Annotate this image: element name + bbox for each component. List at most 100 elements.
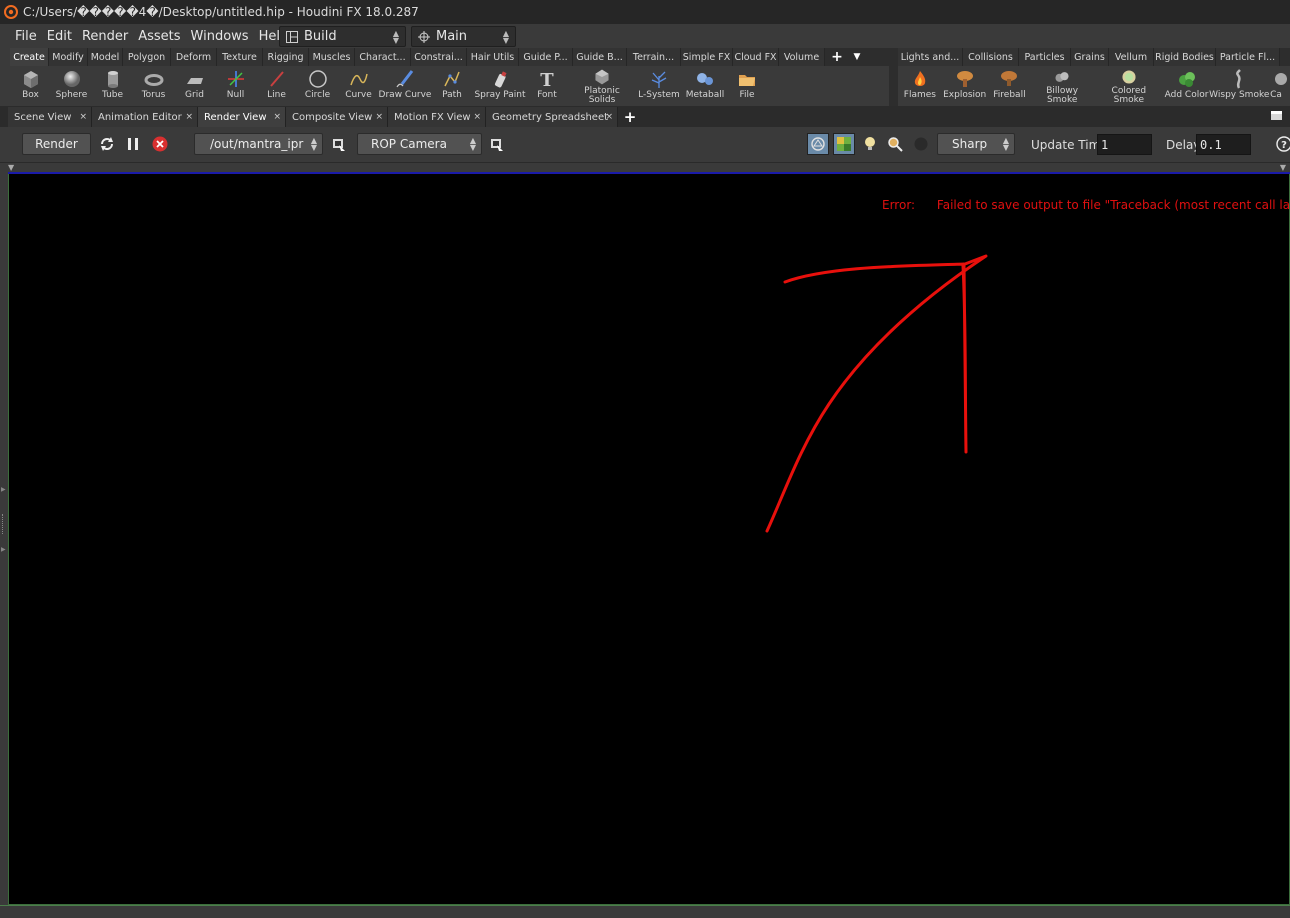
tool-sphere[interactable]: Sphere [51,66,92,106]
shelf-tab-hair-utils[interactable]: Hair Utils [467,48,519,66]
tool-path[interactable]: Path [431,66,473,106]
flames-icon [914,71,926,86]
menu-file[interactable]: File [10,29,42,44]
tool-l-system[interactable]: L-System [637,66,681,106]
shelf-tab-guide-process[interactable]: Guide P... [519,48,573,66]
menu-windows[interactable]: Windows [186,29,254,44]
render-button[interactable]: Render [22,133,91,155]
camera-select[interactable]: ROP Camera ▲ ▼ [357,133,482,155]
shelf-tab-deform[interactable]: Deform [171,48,217,66]
null-icon [227,71,244,87]
tool-grid[interactable]: Grid [174,66,215,106]
close-icon[interactable]: × [185,112,193,122]
light-bulb-icon[interactable] [862,135,878,153]
render-viewport[interactable]: Error: Failed to save output to file "Tr… [8,174,1290,905]
tool-colored-smoke[interactable]: Colored Smoke [1093,66,1165,106]
tool-null[interactable]: Null [215,66,256,106]
shelf-tab-cloud-fx[interactable]: Cloud FX [733,48,779,66]
rop-path-select[interactable]: /out/mantra_ipr ▲ ▼ [194,133,323,155]
shelf-tab-guide-brushes[interactable]: Guide B... [573,48,627,66]
shelf-tab-lights[interactable]: Lights and... [898,48,963,66]
tool-flames[interactable]: Flames [898,66,942,106]
desktop-select[interactable]: Build ▲ ▼ [279,26,406,47]
shelf-tab-constraints[interactable]: Constrai... [411,48,467,66]
shelf-tab-model[interactable]: Model [88,48,123,66]
add-shelf-icon[interactable]: + [825,48,849,66]
tool-file[interactable]: File [729,66,765,106]
render-toolbar: Render /out/mantra_ipr ▲ ▼ ROP Camera ▲ ▼ … [0,127,1290,163]
jump-to-node-icon[interactable] [331,136,347,154]
collapse-arrow-icon[interactable]: ▼ [8,163,14,172]
jump-to-camera-icon[interactable] [489,136,505,154]
tool-wispy-smoke[interactable]: Wispy Smoke [1208,66,1270,106]
target-icon [418,30,430,43]
menu-render[interactable]: Render [77,29,133,44]
main-select[interactable]: Main ▲ ▼ [411,26,516,47]
menu-edit[interactable]: Edit [42,29,77,44]
tool-cut-off[interactable]: Ca [1270,66,1290,106]
shelf-menu-arrow-icon[interactable]: ▼ [849,48,865,66]
tool-fireball[interactable]: Fireball [988,66,1032,106]
maximize-pane-icon[interactable] [1271,111,1282,120]
shelf-tab-particle-fluids[interactable]: Particle Fl... [1216,48,1280,66]
close-icon[interactable]: × [273,112,281,122]
tool-torus[interactable]: Torus [133,66,174,106]
shelf-tab-rigging[interactable]: Rigging [263,48,309,66]
shelf-tab-muscles[interactable]: Muscles [309,48,355,66]
tool-curve[interactable]: Curve [338,66,379,106]
shelf-tab-terrain[interactable]: Terrain... [627,48,681,66]
shelf-tab-simple-fx[interactable]: Simple FX [681,48,733,66]
shelf-tab-modify[interactable]: Modify [49,48,88,66]
tool-add-color[interactable]: Add Color [1165,66,1208,106]
shelf-tab-rigid-bodies[interactable]: Rigid Bodies [1154,48,1216,66]
refresh-icon[interactable] [98,135,116,153]
tool-box[interactable]: Box [10,66,51,106]
preview-mode-select[interactable]: Sharp ▲ ▼ [937,133,1015,155]
close-icon[interactable]: × [375,112,383,122]
preview-icon[interactable] [807,133,829,155]
shelf-tab-texture[interactable]: Texture [217,48,263,66]
menu-assets[interactable]: Assets [133,29,185,44]
shelf-tabs: Create Modify Model Polygon Deform Textu… [10,48,889,66]
shelf-divider[interactable] [889,48,898,106]
collapse-arrow-icon[interactable]: ▼ [1280,163,1286,172]
pause-icon[interactable] [125,135,141,153]
shelf-tab-vellum[interactable]: Vellum [1109,48,1154,66]
update-time-field[interactable]: 1 [1097,134,1152,155]
left-pane-handle[interactable]: ▶ ▶ [0,176,8,905]
tool-platonic-solids[interactable]: Platonic Solids [567,66,637,106]
add-pane-tab-icon[interactable]: + [618,107,642,127]
tool-explosion[interactable]: Explosion [942,66,988,106]
shelf-tab-character[interactable]: Charact... [355,48,411,66]
tool-draw-curve[interactable]: Draw Curve [379,66,431,106]
shelf-tab-polygon[interactable]: Polygon [123,48,171,66]
pane-tab-render-view[interactable]: Render View × [198,107,286,127]
close-icon[interactable]: × [79,112,87,122]
pane-tab-composite-view[interactable]: Composite View × [286,107,388,127]
magnifier-icon[interactable] [886,135,904,153]
help-icon[interactable]: ? [1276,135,1290,153]
close-icon[interactable]: × [605,112,613,122]
tool-billowy-smoke[interactable]: Billowy Smoke [1031,66,1093,106]
tool-spray-paint[interactable]: Spray Paint [473,66,527,106]
close-icon[interactable]: × [473,112,481,122]
shelf-tab-create[interactable]: Create [10,48,49,66]
shelf-tab-volume[interactable]: Volume [779,48,825,66]
tool-tube[interactable]: Tube [92,66,133,106]
shelf-tab-collisions[interactable]: Collisions [963,48,1019,66]
render-region-icon[interactable] [833,133,855,155]
pane-tab-scene-view[interactable]: Scene View × [8,107,92,127]
tool-metaball[interactable]: Metaball [681,66,729,106]
tool-font[interactable]: T Font [527,66,567,106]
tool-line[interactable]: Line [256,66,297,106]
pane-tab-motion-fx-view[interactable]: Motion FX View × [388,107,486,127]
delay-field[interactable]: 0.1 [1196,134,1251,155]
stop-icon[interactable] [151,135,169,153]
tool-circle[interactable]: Circle [297,66,338,106]
snapshot-dot-icon[interactable] [913,136,929,152]
shelf-tools-right: Flames Explosion Fireball Billowy Smoke … [898,66,1290,106]
shelf-tab-grains[interactable]: Grains [1071,48,1109,66]
pane-tab-animation-editor[interactable]: Animation Editor × [92,107,198,127]
pane-tab-geometry-spreadsheet[interactable]: Geometry Spreadsheet × [486,107,618,127]
shelf-tab-particles[interactable]: Particles [1019,48,1071,66]
